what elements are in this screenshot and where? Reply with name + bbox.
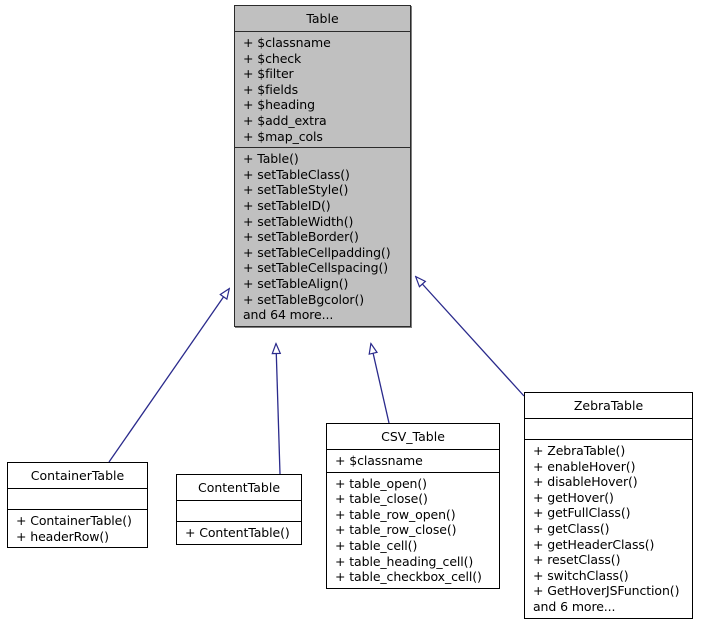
class-member: + Table() (243, 151, 299, 167)
class-member: and 64 more... (243, 307, 334, 323)
attributes-compartment-zebra-table (525, 419, 692, 439)
class-node-csv-table[interactable]: CSV_Table + $classname + table_open() + t… (326, 423, 500, 589)
class-member: + enableHover() (533, 458, 636, 474)
class-member: + ContentTable() (185, 525, 290, 540)
edge-csv-table-to-table (371, 344, 390, 424)
class-title-csv-table: CSV_Table (381, 429, 445, 444)
uml-class-diagram: Table + $classname + $check + $filter + $fi… (0, 0, 701, 640)
attributes-compartment-container-table (8, 489, 147, 509)
class-member: + GetHoverJSFunction() (533, 583, 680, 599)
class-member: + resetClass() (533, 552, 621, 568)
class-member: + table_heading_cell() (335, 553, 474, 569)
class-member: + switchClass() (533, 567, 629, 583)
class-member: + setTableBgcolor() (243, 291, 365, 307)
class-member: + $classname (335, 453, 423, 468)
class-member: + ContainerTable() (16, 513, 132, 528)
class-member: + table_close() (335, 491, 428, 507)
class-member: + disableHover() (533, 474, 638, 490)
class-member: and 6 more... (533, 598, 616, 614)
methods-compartment-csv-table: + table_open() + table_close() + table_row… (327, 473, 499, 588)
class-node-zebra-table[interactable]: ZebraTable + ZebraTable() + enableHover()… (524, 392, 693, 619)
class-member: + table_row_close() (335, 522, 457, 538)
class-member: + setTableBorder() (243, 229, 359, 245)
class-member: + setTableAlign() (243, 275, 349, 291)
class-member: + getHover() (533, 489, 614, 505)
class-member: + $add_extra (243, 112, 327, 128)
class-title-container-table: ContainerTable (30, 468, 125, 483)
class-member: + setTableStyle() (243, 182, 349, 198)
class-member: + getHeaderClass() (533, 536, 655, 552)
methods-compartment-container-table: + ContainerTable() + headerRow() (8, 510, 147, 547)
class-member: + $map_cols (243, 128, 323, 144)
class-member: + $check (243, 50, 302, 66)
class-node-table[interactable]: Table + $classname + $check + $filter + $fi… (234, 5, 411, 327)
class-title-table: Table (306, 11, 339, 26)
class-member: + setTableCellspacing() (243, 260, 389, 276)
class-member: + table_cell() (335, 537, 418, 553)
class-member: + ZebraTable() (533, 443, 626, 458)
attributes-compartment-content-table (177, 501, 301, 521)
methods-compartment-table: + Table() + setTableClass() + setTableStyl… (235, 148, 410, 326)
class-member: + table_checkbox_cell() (335, 569, 482, 585)
attributes-compartment-csv-table: + $classname (327, 450, 499, 472)
class-member: + $classname (243, 35, 331, 50)
class-member: + setTableID() (243, 197, 331, 213)
class-member: + setTableClass() (243, 166, 350, 182)
class-member: + table_row_open() (335, 506, 456, 522)
methods-compartment-zebra-table: + ZebraTable() + enableHover() + disableHo… (525, 440, 692, 618)
class-title-zebra-table: ZebraTable (573, 398, 644, 413)
class-member: + table_open() (335, 475, 427, 491)
methods-compartment-content-table: + ContentTable() (177, 522, 301, 544)
class-member: + $filter (243, 66, 294, 82)
class-title-content-table: ContentTable (197, 480, 281, 495)
class-member: + $heading (243, 97, 315, 113)
class-member: + headerRow() (16, 528, 109, 544)
edge-container-table-to-table (108, 289, 229, 463)
class-member: + setTableWidth() (243, 213, 354, 229)
edge-content-table-to-table (276, 344, 280, 475)
class-node-container-table[interactable]: ContainerTable + ContainerTable() + heade… (7, 462, 148, 549)
class-member: + getFullClass() (533, 505, 631, 521)
class-member: + setTableCellpadding() (243, 244, 391, 260)
edge-zebra-table-to-table (416, 277, 525, 397)
class-member: + $fields (243, 81, 298, 97)
class-member: + getClass() (533, 520, 610, 536)
class-node-content-table[interactable]: ContentTable + ContentTable() (176, 474, 302, 545)
attributes-compartment-table: + $classname + $check + $filter + $fields + … (235, 32, 410, 147)
